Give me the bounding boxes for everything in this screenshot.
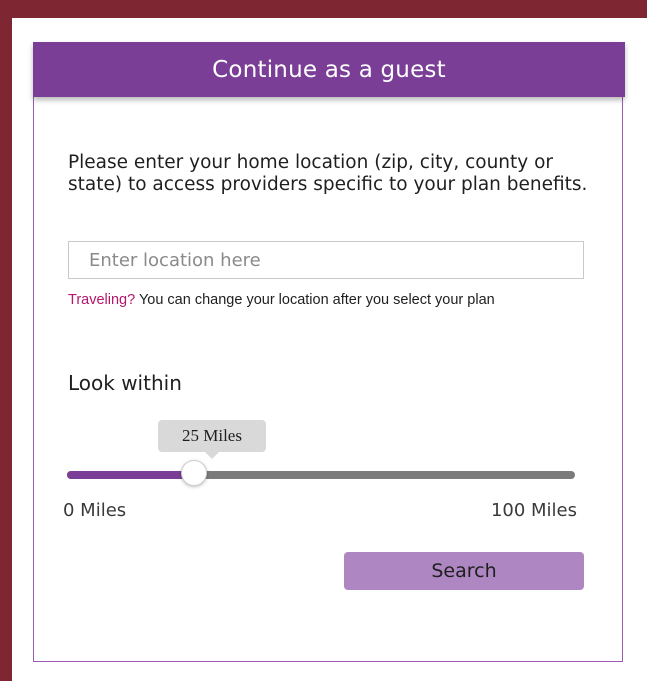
distance-slider-thumb[interactable] — [181, 460, 207, 486]
frame-left-border — [0, 0, 12, 681]
guest-card: Continue as a guest Please enter your ho… — [33, 42, 625, 662]
card-title: Continue as a guest — [212, 56, 446, 83]
card-header: Continue as a guest — [33, 42, 625, 97]
traveling-link[interactable]: Traveling? — [68, 292, 135, 308]
distance-slider-track[interactable] — [67, 460, 575, 486]
location-input[interactable] — [68, 241, 584, 279]
travel-note: Traveling? You can change your location … — [68, 286, 588, 315]
slider-min-label: 0 Miles — [63, 500, 127, 521]
search-button[interactable]: Search — [344, 552, 584, 590]
slider-value-tooltip: 25 Miles — [158, 420, 266, 459]
slider-max-label: 100 Miles — [490, 500, 577, 521]
frame-top-border — [0, 0, 647, 18]
look-within-label: Look within — [68, 371, 182, 395]
travel-note-text: You can change your location after you s… — [135, 292, 495, 308]
slider-value-text: 25 Miles — [182, 426, 242, 445]
distance-slider-fill — [67, 471, 194, 479]
instructions-text: Please enter your home location (zip, ci… — [68, 152, 588, 195]
